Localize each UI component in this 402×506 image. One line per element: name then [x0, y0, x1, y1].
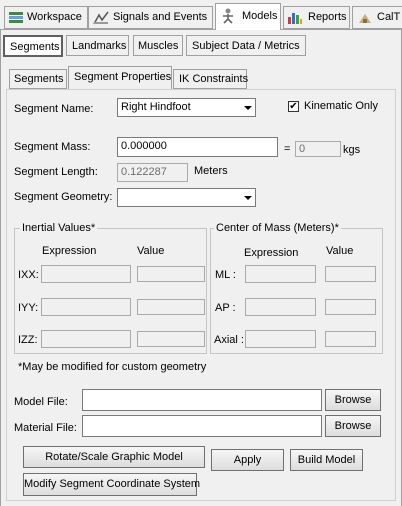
tab-reports[interactable]: Reports: [283, 6, 350, 29]
tab-workspace[interactable]: Workspace: [4, 6, 88, 29]
tab-cal[interactable]: CalT: [352, 6, 402, 29]
segment-geometry-label: Segment Geometry:: [14, 191, 113, 203]
segment-mass-input[interactable]: 0.000000: [117, 137, 278, 157]
kinematic-only-label: Kinematic Only: [304, 100, 378, 112]
chevron-down-icon: [244, 106, 252, 110]
tab-models-label: Models: [242, 10, 278, 22]
iyy-label: IYY:: [18, 302, 39, 314]
axial-expression-field: [245, 330, 316, 348]
tab-models[interactable]: Models: [215, 3, 281, 30]
model-file-browse-button[interactable]: Browse: [325, 389, 381, 411]
inner-tab-segment-properties[interactable]: Segment Properties: [68, 66, 172, 90]
kgs-unit-label: kgs: [343, 144, 361, 156]
build-model-label: Build Model: [297, 454, 356, 466]
browse-label: Browse: [334, 394, 372, 406]
ixx-value-field: [137, 266, 205, 282]
ixx-expression-field: [41, 265, 131, 283]
segment-mass-label: Segment Mass:: [14, 141, 91, 153]
inertial-value-header: Value: [137, 245, 165, 257]
iyy-value-field: [137, 299, 205, 315]
tab-signals-and-events[interactable]: Signals and Events: [88, 6, 213, 29]
segment-length-value: 0.122287: [121, 166, 167, 178]
segment-name-dropdown[interactable]: Right Hindfoot: [117, 98, 256, 117]
reports-icon: [287, 11, 303, 25]
inertial-values-title: Inertial Values*: [20, 222, 98, 234]
kinematic-only-checkbox[interactable]: ✔: [288, 101, 299, 112]
segment-mass-value: 0.000000: [121, 140, 167, 152]
modify-segment-coordinate-system-button[interactable]: Modify Segment Coordinate System: [23, 473, 201, 496]
iyy-expression-field: [41, 298, 131, 316]
models-icon: [220, 8, 236, 24]
ml-value-field: [325, 266, 376, 282]
subtab-muscles[interactable]: Muscles: [133, 35, 183, 56]
ml-expression-field: [245, 265, 316, 283]
subtab-segments-label: Segments: [10, 41, 60, 53]
modify-coord-label: Modify Segment Coordinate System: [24, 478, 201, 490]
equals-sign: =: [284, 143, 291, 155]
model-file-input[interactable]: [82, 389, 322, 411]
axial-label: Axial :: [214, 334, 244, 346]
chevron-down-icon: [244, 196, 252, 200]
subtab-landmarks-label: Landmarks: [72, 40, 127, 52]
tab-reports-label: Reports: [308, 11, 347, 23]
rotate-scale-graphic-model-button[interactable]: Rotate/Scale Graphic Model: [23, 446, 205, 468]
axial-value-field: [325, 331, 376, 347]
ap-value-field: [325, 299, 376, 315]
tab-workspace-label: Workspace: [27, 11, 82, 23]
meters-unit-label: Meters: [194, 165, 228, 177]
build-model-button[interactable]: Build Model: [290, 449, 363, 471]
apply-label: Apply: [233, 454, 262, 466]
subtab-muscles-label: Muscles: [138, 40, 179, 52]
custom-geometry-note: *May be modified for custom geometry: [18, 361, 207, 373]
com-expression-header: Expression: [244, 247, 299, 259]
subtab-landmarks[interactable]: Landmarks: [66, 35, 129, 56]
model-file-label: Model File:: [14, 396, 68, 408]
com-value-header: Value: [326, 245, 354, 257]
signals-icon: [93, 11, 109, 25]
izz-value-field: [137, 331, 205, 347]
subtab-segments[interactable]: Segments: [3, 35, 63, 57]
rotate-scale-label: Rotate/Scale Graphic Model: [45, 451, 183, 463]
segment-length-label: Segment Length:: [14, 166, 98, 178]
material-file-label: Material File:: [14, 422, 77, 434]
inner-tab-segments-label: Segments: [14, 73, 64, 85]
ap-expression-field: [245, 298, 316, 316]
izz-expression-field: [41, 330, 131, 348]
checkmark-icon: ✔: [289, 101, 298, 112]
izz-label: IZZ:: [18, 334, 38, 346]
mass-kgs-value: 0: [299, 143, 306, 155]
material-file-input[interactable]: [82, 415, 322, 437]
tab-signals-label: Signals and Events: [113, 11, 208, 23]
tab-cal-label: CalT: [377, 11, 401, 23]
subtab-subject-data-label: Subject Data / Metrics: [192, 40, 300, 52]
inner-tab-ik-constraints-label: IK Constraints: [179, 73, 249, 85]
subtab-subject-data[interactable]: Subject Data / Metrics: [186, 35, 306, 56]
inner-tab-ik-constraints[interactable]: IK Constraints: [173, 69, 249, 89]
ml-label: ML :: [215, 269, 236, 281]
segment-name-label: Segment Name:: [14, 103, 94, 115]
ixx-label: IXX:: [18, 269, 39, 281]
segment-name-value: Right Hindfoot: [121, 101, 191, 113]
cal-icon: [357, 11, 373, 25]
ap-label: AP :: [215, 302, 236, 314]
mass-kgs-field: 0: [295, 141, 341, 157]
browse-label: Browse: [334, 420, 372, 432]
segment-geometry-dropdown[interactable]: [117, 188, 256, 207]
inner-tab-segment-properties-label: Segment Properties: [74, 71, 172, 83]
segment-length-field: 0.122287: [117, 163, 188, 182]
material-file-browse-button[interactable]: Browse: [325, 415, 381, 437]
apply-button[interactable]: Apply: [211, 449, 284, 471]
inertial-expression-header: Expression: [42, 245, 97, 257]
workspace-icon: [8, 11, 24, 25]
inner-tab-segments[interactable]: Segments: [9, 69, 67, 89]
center-of-mass-title: Center of Mass (Meters)*: [214, 222, 341, 234]
